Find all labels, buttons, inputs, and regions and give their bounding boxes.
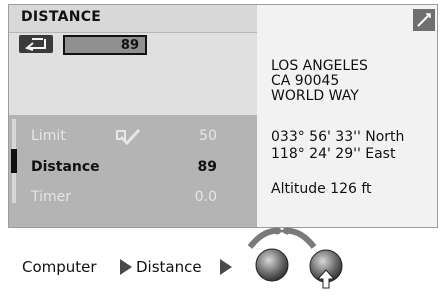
altitude: Altitude 126 ft (271, 181, 372, 197)
longitude: 118° 24' 29'' East (271, 146, 396, 162)
list-item-label: Limit (31, 128, 66, 144)
title-bar: DISTANCE (9, 5, 257, 33)
back-arrow-icon[interactable] (19, 35, 53, 53)
page-title: DISTANCE (21, 9, 102, 25)
latitude: 033° 56' 33'' North (271, 129, 405, 145)
arrow-right-icon (220, 259, 232, 275)
list-item-label: Timer (31, 189, 72, 205)
address: LOS ANGELES CA 90045 WORLD WAY (271, 59, 368, 104)
compass-icon (413, 9, 435, 31)
list-item-limit[interactable]: Limit 50 (9, 125, 257, 147)
arrow-right-icon (120, 259, 132, 275)
device-screen: DISTANCE 89 Limit 50 Distance 89 Timer 0… (8, 4, 438, 228)
coordinates: 033° 56' 33'' North 118° 24' 29'' East (271, 129, 404, 163)
check-icon (115, 128, 141, 149)
location-panel: LOS ANGELES CA 90045 WORLD WAY 033° 56' … (257, 5, 437, 227)
settings-list: Limit 50 Distance 89 Timer 0.0 (9, 115, 257, 227)
list-item-value: 0.0 (194, 189, 217, 205)
breadcrumb-computer: Computer (22, 258, 97, 276)
list-item-timer[interactable]: Timer 0.0 (9, 186, 257, 208)
distance-value-field[interactable]: 89 (63, 35, 147, 55)
address-line: WORLD WAY (271, 88, 359, 104)
press-knob-icon (309, 249, 343, 289)
list-item-value: 89 (197, 159, 217, 175)
address-line: CA 90045 (271, 73, 340, 89)
list-item-label: Distance (31, 159, 100, 175)
left-panel: DISTANCE 89 Limit 50 Distance 89 Timer 0… (9, 5, 257, 227)
list-item-value: 50 (199, 128, 217, 144)
address-line: LOS ANGELES (271, 58, 368, 74)
list-item-distance[interactable]: Distance 89 (9, 156, 257, 178)
breadcrumb-distance: Distance (136, 258, 202, 276)
distance-value: 89 (120, 38, 139, 53)
